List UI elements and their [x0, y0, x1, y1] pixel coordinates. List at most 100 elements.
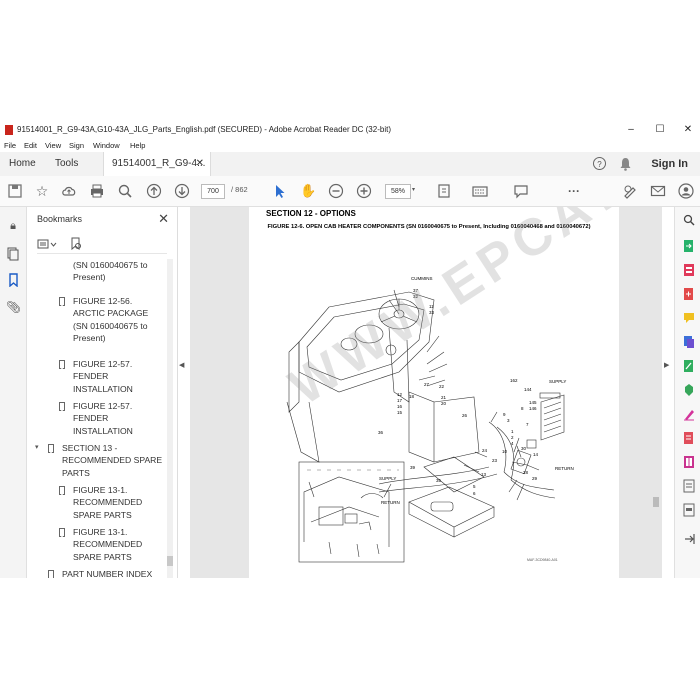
callout-number: 16	[397, 404, 403, 409]
menu-edit[interactable]: Edit	[24, 141, 37, 150]
more-tools-button[interactable]: ···	[566, 183, 582, 199]
collapse-right-panel-icon[interactable]: ▶	[664, 361, 669, 369]
account-icon[interactable]	[678, 183, 694, 199]
organize-pages-icon[interactable]	[683, 263, 695, 277]
tab-close-icon[interactable]: ✕	[196, 152, 204, 176]
page-number-input[interactable]: 700	[201, 184, 225, 199]
bookmark-line[interactable]: SPARE PARTS	[73, 509, 132, 522]
bookmark-icon	[59, 402, 65, 411]
bookmark-icon	[59, 528, 65, 537]
lock-icon[interactable]: 🔒︎	[6, 219, 20, 233]
bookmark-line[interactable]: SPARE PARTS	[73, 551, 132, 564]
next-page-icon[interactable]	[174, 183, 190, 199]
zoom-in-icon[interactable]	[356, 183, 372, 199]
window-title: 91514001_R_G9-43A,G10-43A_JLG_Parts_Engl…	[17, 125, 391, 134]
bookmark-line[interactable]: Present)	[73, 271, 105, 284]
email-icon[interactable]	[650, 183, 666, 199]
bookmark-line[interactable]: SECTION 13 -	[62, 442, 117, 455]
menu-window[interactable]: Window	[93, 141, 120, 150]
bookmark-line[interactable]: (SN 0160040675 to	[73, 259, 148, 272]
bookmark-line[interactable]: FENDER	[73, 370, 108, 383]
redact-icon[interactable]	[683, 503, 695, 517]
document-scroll-thumb[interactable]	[653, 497, 659, 507]
select-cursor-icon[interactable]	[272, 183, 288, 199]
bookmarks-header: Bookmarks	[37, 214, 83, 224]
zoom-search-icon[interactable]	[683, 213, 695, 227]
search-icon[interactable]	[117, 183, 133, 199]
tab-document[interactable]: 91514001_R_G9-4... ✕	[103, 152, 211, 176]
callout-number: 36	[378, 430, 384, 435]
bookmarks-scroll-thumb[interactable]	[167, 556, 173, 566]
bookmark-line[interactable]: FIGURE 12-57.	[73, 400, 132, 413]
bookmark-line[interactable]: ARCTIC PACKAGE	[73, 307, 148, 320]
bell-icon[interactable]	[619, 157, 632, 171]
bookmark-line[interactable]: FIGURE 12-57.	[73, 358, 132, 371]
bookmark-icon	[48, 570, 54, 578]
sign-in-button[interactable]: Sign In	[651, 152, 688, 176]
hand-tool-icon[interactable]: ✋	[300, 183, 316, 199]
maximize-button[interactable]: ☐	[649, 123, 671, 137]
minimize-button[interactable]: –	[620, 123, 642, 137]
close-window-button[interactable]: ✕	[677, 123, 699, 137]
bookmarks-scrollbar[interactable]	[167, 259, 173, 578]
export-pdf-icon[interactable]	[683, 239, 695, 253]
more-tools-icon[interactable]	[683, 479, 695, 493]
callout-number: 7	[526, 422, 529, 427]
bookmarks-panel-icon[interactable]	[6, 273, 20, 287]
tab-tools[interactable]: Tools	[55, 152, 78, 176]
bookmark-line[interactable]: INSTALLATION	[73, 383, 133, 396]
upload-cloud-icon[interactable]	[61, 183, 77, 199]
send-for-review-icon[interactable]	[683, 431, 695, 445]
comment-tool-icon[interactable]	[683, 311, 695, 325]
bookmark-line[interactable]: RECOMMENDED	[73, 496, 142, 509]
collapse-tools-icon[interactable]	[683, 532, 695, 546]
bookmark-star-icon[interactable]: ☆	[34, 183, 50, 199]
bookmark-line[interactable]: PART NUMBER INDEX	[62, 568, 152, 578]
fit-page-icon[interactable]	[436, 183, 452, 199]
bookmark-line[interactable]: FIGURE 13-1.	[73, 484, 127, 497]
create-pdf-icon[interactable]	[683, 287, 695, 301]
document-scrollbar[interactable]	[651, 207, 660, 578]
close-panel-icon[interactable]: ✕	[158, 211, 169, 227]
attachment-icon[interactable]: 📎︎	[6, 300, 21, 314]
bookmarks-panel: Bookmarks ✕ (SN 0160040675 to Present) F…	[27, 207, 178, 578]
zoom-out-icon[interactable]	[328, 183, 344, 199]
bookmark-line[interactable]: FIGURE 12-56.	[73, 295, 132, 308]
bookmarks-toolbar	[37, 237, 167, 254]
comment-icon[interactable]	[513, 183, 529, 199]
bookmark-line[interactable]: Present)	[73, 332, 105, 345]
bookmark-line[interactable]: FENDER	[73, 412, 108, 425]
keyboard-icon[interactable]	[472, 183, 488, 199]
zoom-level-input[interactable]: 58%	[385, 184, 411, 199]
combine-files-icon[interactable]	[683, 335, 695, 349]
save-icon[interactable]	[7, 183, 23, 199]
document-viewer[interactable]: SECTION 12 - OPTIONS FIGURE 12-6. OPEN C…	[190, 207, 662, 578]
menu-help[interactable]: Help	[130, 141, 145, 150]
bookmark-line[interactable]: RECOMMENDED	[73, 538, 142, 551]
bookmark-line[interactable]: (SN 0160040675 to	[73, 320, 148, 333]
sign-pen-icon[interactable]	[622, 183, 638, 199]
collapse-left-panel-icon[interactable]: ◀	[179, 361, 184, 369]
callout-number: 23	[492, 458, 498, 463]
page-thumbnails-icon[interactable]	[6, 247, 20, 261]
zoom-dropdown-icon[interactable]: ▾	[412, 186, 415, 193]
bookmark-line[interactable]: FIGURE 13-1.	[73, 526, 127, 539]
compare-files-icon[interactable]	[683, 455, 695, 469]
previous-page-icon[interactable]	[146, 183, 162, 199]
tab-home[interactable]: Home	[9, 152, 36, 176]
bookmark-line[interactable]: INSTALLATION	[73, 425, 133, 438]
menu-file[interactable]: File	[4, 141, 16, 150]
menu-sign[interactable]: Sign	[69, 141, 84, 150]
print-icon[interactable]	[89, 183, 105, 199]
fill-sign-icon[interactable]	[683, 407, 695, 421]
bookmark-line[interactable]: RECOMMENDED SPARE	[62, 454, 162, 467]
protect-icon[interactable]	[683, 383, 695, 397]
expand-caret-icon[interactable]: ▾	[35, 443, 39, 451]
menu-view[interactable]: View	[45, 141, 61, 150]
callout-number: 18	[409, 394, 415, 399]
bookmark-line[interactable]: PARTS	[62, 467, 90, 480]
edit-pdf-icon[interactable]	[683, 359, 695, 373]
bookmark-options-icon[interactable]	[37, 238, 59, 250]
find-bookmark-icon[interactable]	[69, 237, 83, 251]
help-icon[interactable]: ?	[593, 157, 606, 170]
